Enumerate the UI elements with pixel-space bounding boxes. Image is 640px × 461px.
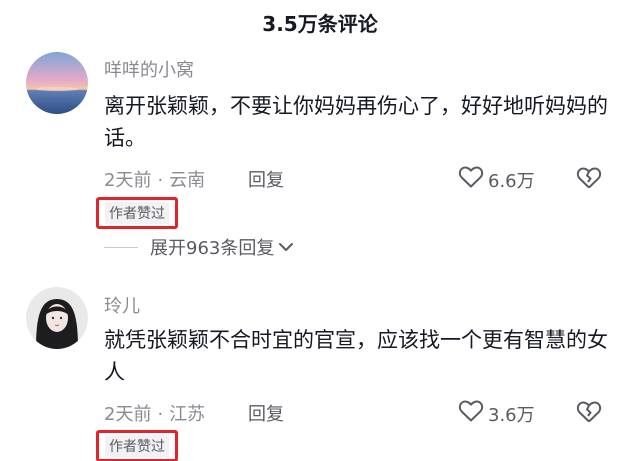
like-button[interactable]: 3.6万 (458, 399, 535, 428)
author-liked-badge: 作者赞过 (96, 430, 178, 461)
like-button[interactable]: 6.6万 (458, 165, 535, 194)
like-count: 3.6万 (488, 404, 535, 426)
meta-separator: · (157, 404, 164, 425)
expand-replies-button[interactable]: 展开963条回复 (104, 234, 294, 260)
comment-meta: 2天前 · 云南 (104, 166, 205, 192)
avatar[interactable] (26, 52, 88, 114)
expand-divider (104, 246, 138, 248)
comment-text: 就凭张颖颖不合时宜的官宣，应该找一个更有智慧的女人 (104, 328, 608, 384)
comment-time: 2天前 (104, 170, 152, 191)
comment-meta: 2天前 · 江苏 (104, 400, 205, 426)
comment-username[interactable]: 玲儿 (104, 292, 140, 318)
dislike-button[interactable] (576, 166, 602, 194)
meta-separator: · (157, 170, 164, 191)
broken-heart-icon (576, 167, 602, 194)
comment-location: 云南 (169, 170, 206, 191)
comment-time: 2天前 (104, 404, 152, 425)
like-count: 6.6万 (488, 170, 535, 192)
chevron-down-icon (278, 238, 294, 257)
comment-username[interactable]: 咩咩的小窝 (104, 56, 194, 82)
reply-button[interactable]: 回复 (248, 166, 284, 192)
expand-replies-label: 展开963条回复 (150, 238, 275, 259)
badge-label: 作者赞过 (105, 435, 169, 457)
broken-heart-icon (576, 401, 602, 428)
avatar[interactable] (26, 287, 88, 349)
comment-location: 江苏 (169, 404, 206, 425)
comment-text: 离开张颖颖，不要让你妈妈再伤心了，好好地听妈妈的话。 (104, 94, 608, 150)
dislike-button[interactable] (576, 400, 602, 428)
reply-button[interactable]: 回复 (248, 400, 284, 426)
author-liked-badge: 作者赞过 (96, 197, 178, 229)
comment-item: 咩咩的小窝 离开张颖颖，不要让你妈妈再伤心了，好好地听妈妈的话。 2天前 · 云南 … (0, 0, 640, 270)
comment-item: 玲儿 就凭张颖颖不合时宜的官宣，应该找一个更有智慧的女人 2天前 · 江苏 回复 3… (0, 270, 640, 461)
heart-outline-icon (458, 399, 484, 428)
badge-label: 作者赞过 (105, 202, 169, 224)
heart-outline-icon (458, 165, 484, 194)
